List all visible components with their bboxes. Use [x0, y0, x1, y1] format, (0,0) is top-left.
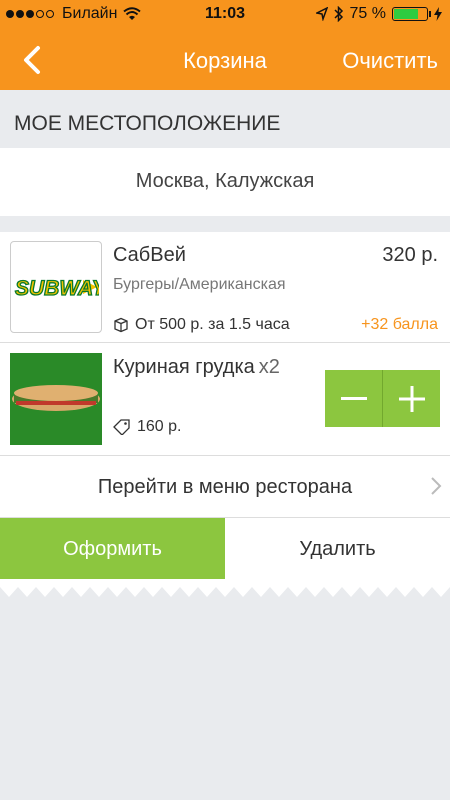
restaurant-total: 320 р. — [382, 244, 438, 266]
location-section-header: МОЕ МЕСТОПОЛОЖЕНИЕ — [0, 90, 450, 146]
delete-button[interactable]: Удалить — [225, 518, 450, 580]
delivery-text: От 500 р. за 1.5 часа — [135, 316, 290, 333]
cart-card: SUBWAY СабВей 320 р. Бургеры/Американска… — [0, 232, 450, 580]
location-value: Москва, Калужская — [135, 170, 315, 192]
chevron-right-icon — [431, 477, 442, 495]
item-name: Куриная грудка x2 — [113, 356, 280, 378]
price-tag-icon — [113, 419, 130, 435]
clear-cart-button[interactable]: Очистить — [342, 48, 438, 74]
cart-item: Куриная грудка x2 160 р. — [0, 342, 450, 456]
location-row[interactable]: Москва, Калужская — [0, 148, 450, 216]
bonus-points: +32 балла — [361, 316, 438, 333]
nav-bar: Корзина Очистить — [0, 30, 450, 90]
minus-icon — [340, 396, 367, 400]
battery-percent: 75 % — [349, 5, 386, 22]
battery-icon — [392, 7, 431, 21]
svg-text:SUBWAY: SUBWAY — [15, 277, 99, 300]
restaurant-row[interactable]: SUBWAY СабВей 320 р. Бургеры/Американска… — [0, 232, 450, 343]
checkout-button[interactable]: Оформить — [0, 518, 225, 580]
item-quantity: x2 — [258, 356, 280, 378]
location-header-label: МОЕ МЕСТОПОЛОЖЕНИЕ — [14, 112, 281, 135]
box-icon — [114, 317, 128, 333]
status-bar: Билайн 11:03 75 % — [0, 0, 450, 30]
go-to-menu-label: Перейти в меню ресторана — [97, 476, 353, 498]
restaurant-name: СабВей — [113, 244, 186, 266]
receipt-edge — [0, 579, 450, 597]
increase-button[interactable] — [383, 370, 440, 427]
delivery-info: От 500 р. за 1.5 часа — [113, 316, 290, 334]
quantity-stepper — [325, 370, 440, 427]
bluetooth-icon — [334, 6, 343, 22]
item-price: 160 р. — [113, 418, 181, 436]
action-buttons: Оформить Удалить — [0, 518, 450, 580]
restaurant-logo: SUBWAY — [10, 241, 102, 333]
item-photo — [10, 353, 102, 445]
location-arrow-icon — [315, 7, 328, 21]
charging-icon — [434, 7, 442, 21]
restaurant-cuisine: Бургеры/Американская — [113, 276, 286, 293]
decrease-button[interactable] — [325, 370, 382, 427]
go-to-menu-row[interactable]: Перейти в меню ресторана — [0, 456, 450, 518]
plus-icon — [398, 385, 425, 412]
